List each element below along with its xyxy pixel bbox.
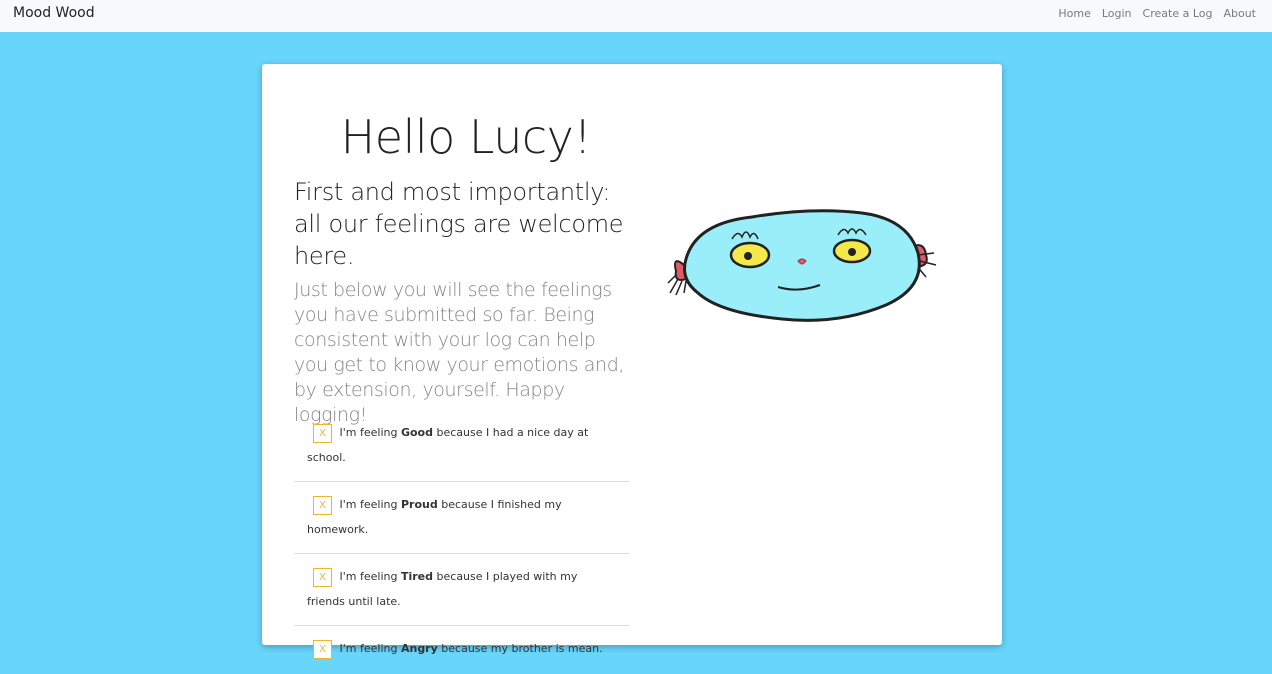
brand-logo[interactable]: Mood Wood	[13, 5, 95, 21]
nav-link-about[interactable]: About	[1223, 7, 1256, 20]
log-mood: Proud	[400, 498, 438, 511]
nav-link-login[interactable]: Login	[1102, 7, 1132, 20]
mascot-drawing-icon	[667, 209, 937, 322]
log-prefix: I'm feeling	[339, 642, 398, 655]
log-prefix: I'm feeling	[339, 426, 398, 439]
greeting-title: Hello Lucy!	[340, 110, 592, 164]
welcome-heading: First and most importantly: all our feel…	[294, 178, 624, 270]
log-item: X I'm feeling Tired because I played wit…	[294, 554, 629, 626]
nav-links: Home Login Create a Log About	[1058, 7, 1256, 20]
delete-log-button[interactable]: X	[313, 567, 332, 587]
navbar: Mood Wood Home Login Create a Log About	[0, 0, 1272, 32]
log-mood: Good	[400, 426, 433, 439]
log-prefix: I'm feeling	[339, 498, 398, 511]
delete-log-button[interactable]: X	[313, 495, 332, 515]
log-prefix: I'm feeling	[339, 570, 398, 583]
log-list: X I'm feeling Good because I had a nice …	[294, 410, 629, 672]
log-item: X I'm feeling Proud because I finished m…	[294, 482, 629, 554]
nav-link-create-log[interactable]: Create a Log	[1143, 7, 1213, 20]
log-mood: Tired	[400, 570, 434, 583]
delete-log-button[interactable]: X	[313, 639, 332, 659]
log-item: X I'm feeling Angry because my brother i…	[294, 626, 629, 672]
intro-text: Just below you will see the feelings you…	[294, 279, 624, 426]
log-item: X I'm feeling Good because I had a nice …	[294, 410, 629, 482]
delete-log-button[interactable]: X	[313, 423, 332, 443]
log-mood: Angry	[400, 642, 438, 655]
log-reason: because my brother is mean.	[441, 642, 603, 655]
nav-link-home[interactable]: Home	[1058, 7, 1090, 20]
